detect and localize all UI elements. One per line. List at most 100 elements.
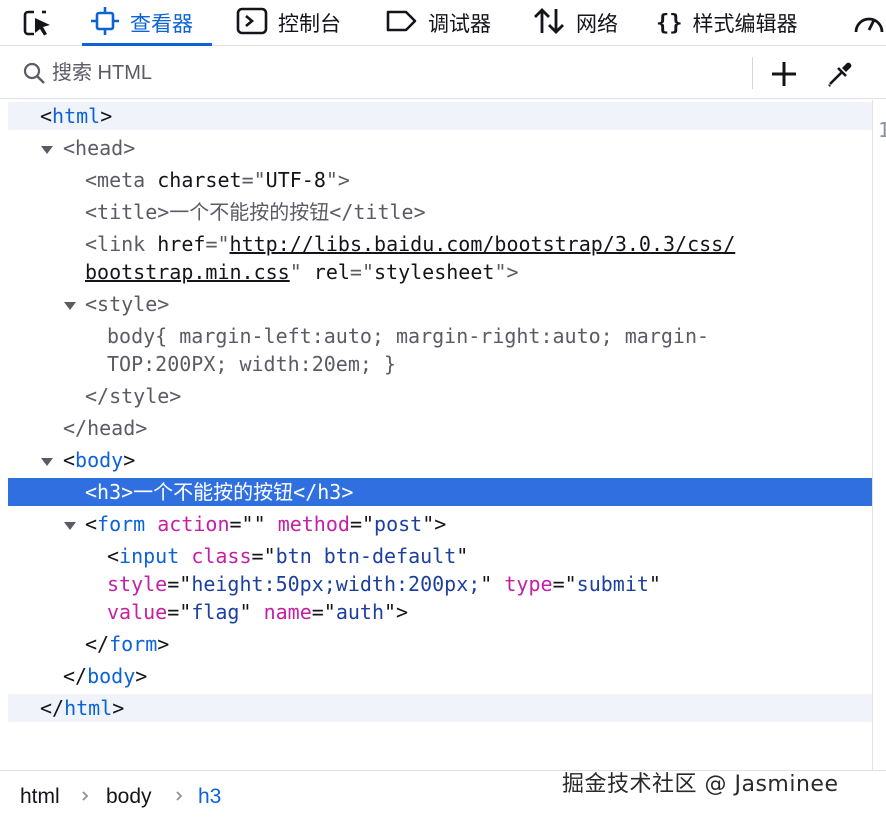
breadcrumb-h3[interactable]: h3 bbox=[198, 785, 221, 809]
bracket: "> bbox=[384, 600, 409, 624]
tree-node-h3-selected[interactable]: <h3>一个不能按的按钮</h3> bbox=[8, 478, 872, 506]
search-bar bbox=[0, 47, 886, 99]
equals: =" bbox=[205, 232, 230, 256]
search-icon bbox=[23, 62, 45, 84]
pick-element-button[interactable] bbox=[22, 0, 54, 46]
tree-node-head[interactable]: <head> bbox=[8, 134, 872, 162]
href-link[interactable]: bootstrap.min.css bbox=[85, 260, 290, 284]
tree-node-style-close[interactable]: </style> bbox=[8, 382, 872, 410]
attr-value: submit bbox=[576, 572, 649, 596]
equals: =" bbox=[552, 572, 577, 596]
tag-name: html bbox=[52, 104, 101, 128]
bracket: > bbox=[135, 664, 148, 688]
network-icon bbox=[532, 6, 566, 41]
tree-node-input-cont[interactable]: value="flag" name="auth"> bbox=[8, 598, 872, 626]
side-pane-edge: 1 bbox=[878, 118, 886, 142]
breadcrumb-html[interactable]: html bbox=[20, 785, 60, 809]
attr-name: value bbox=[107, 600, 168, 624]
bracket: > bbox=[157, 632, 170, 656]
tree-node-link-cont[interactable]: bootstrap.min.css" rel="stylesheet"> bbox=[8, 258, 872, 286]
tag-name: link bbox=[97, 232, 146, 256]
tab-label: 网络 bbox=[576, 12, 618, 36]
markup-tree: <html> <head> <meta charset="UTF-8"> <ti… bbox=[8, 100, 872, 770]
tree-node-html[interactable]: <html> bbox=[8, 102, 872, 130]
tree-node-html-close[interactable]: </html> bbox=[8, 694, 872, 722]
tab-label: 控制台 bbox=[278, 12, 341, 36]
attr-name: class bbox=[191, 544, 252, 568]
equals: =" bbox=[251, 544, 276, 568]
attr-name: type bbox=[504, 572, 553, 596]
tab-label: 查看器 bbox=[130, 12, 193, 36]
equals: =" bbox=[349, 260, 375, 284]
bracket: "> bbox=[494, 260, 519, 284]
pane-splitter[interactable] bbox=[872, 100, 873, 770]
equals: =" bbox=[167, 600, 192, 624]
style-text-line[interactable]: body{ margin-left:auto; margin-right:aut… bbox=[8, 322, 872, 350]
equals: =" bbox=[349, 512, 375, 536]
tab-network[interactable]: 网络 bbox=[532, 0, 618, 46]
quote: " bbox=[239, 600, 252, 624]
attr-value: UTF-8 bbox=[265, 168, 326, 192]
tree-node-form-close[interactable]: </form> bbox=[8, 630, 872, 658]
bracket: < bbox=[85, 168, 98, 192]
equals: =" bbox=[311, 600, 336, 624]
href-link[interactable]: http://libs.baidu.com/bootstrap/3.0.3/cs… bbox=[230, 232, 736, 256]
attr-name: href bbox=[157, 232, 206, 256]
tree-node-meta[interactable]: <meta charset="UTF-8"> bbox=[8, 166, 872, 194]
eyedropper-icon[interactable] bbox=[824, 58, 856, 90]
performance-icon bbox=[854, 17, 884, 33]
add-node-icon[interactable] bbox=[768, 58, 800, 90]
attr-name: method bbox=[277, 512, 350, 536]
equals: ="" bbox=[229, 512, 266, 536]
devtools-toolbar: 查看器 控制台 调试器 网络 {} 样式编辑器 bbox=[0, 0, 886, 46]
quote: " bbox=[289, 260, 302, 284]
quote: " bbox=[648, 572, 661, 596]
equals: =" bbox=[167, 572, 192, 596]
debugger-icon bbox=[384, 6, 418, 41]
toolbar-separator bbox=[752, 57, 753, 89]
bracket: "> bbox=[325, 168, 350, 192]
tab-style-editor[interactable]: {} 样式编辑器 bbox=[656, 0, 798, 46]
bracket: "> bbox=[422, 512, 447, 536]
tree-node-body-close[interactable]: </body> bbox=[8, 662, 872, 690]
tag-name: body bbox=[75, 448, 124, 472]
breadcrumb-body[interactable]: body bbox=[106, 785, 152, 809]
equals: =" bbox=[241, 168, 266, 192]
tree-node-form[interactable]: <form action="" method="post"> bbox=[8, 510, 872, 538]
tab-inspector[interactable]: 查看器 bbox=[90, 0, 193, 46]
attr-name: rel bbox=[313, 260, 350, 284]
tree-node-style[interactable]: <style> bbox=[8, 290, 872, 318]
tag-name: body bbox=[87, 664, 136, 688]
tab-console[interactable]: 控制台 bbox=[236, 0, 341, 46]
bracket: > bbox=[157, 292, 170, 316]
bracket: > bbox=[100, 104, 113, 128]
chevron-right-icon bbox=[176, 791, 183, 801]
tab-performance[interactable] bbox=[852, 0, 886, 46]
attr-value: stylesheet bbox=[374, 260, 495, 284]
tree-node-input[interactable]: <input class="btn btn-default" bbox=[8, 542, 872, 570]
tag-name: form bbox=[109, 632, 158, 656]
tree-node-input-cont[interactable]: style="height:50px;width:200px;" type="s… bbox=[8, 570, 872, 598]
attr-value: auth bbox=[335, 600, 385, 624]
tree-node-title[interactable]: <title>一个不能按的按钮</title> bbox=[8, 198, 872, 226]
style-text-line[interactable]: TOP:200PX; width:20em; } bbox=[8, 350, 872, 378]
tree-node-body[interactable]: <body> bbox=[8, 446, 872, 474]
quote: " bbox=[480, 572, 493, 596]
attr-name: action bbox=[157, 512, 230, 536]
chevron-right-icon bbox=[82, 791, 89, 801]
attr-value: btn btn-default bbox=[275, 544, 457, 568]
tree-node-link[interactable]: <link href="http://libs.baidu.com/bootst… bbox=[8, 230, 872, 258]
quote: " bbox=[456, 544, 469, 568]
search-html-input[interactable] bbox=[52, 57, 742, 89]
bracket: </ bbox=[85, 632, 110, 656]
tree-node-head-close[interactable]: </head> bbox=[8, 414, 872, 442]
active-tab-indicator bbox=[82, 43, 212, 46]
tab-debugger[interactable]: 调试器 bbox=[384, 0, 491, 46]
inspector-icon bbox=[90, 6, 120, 41]
